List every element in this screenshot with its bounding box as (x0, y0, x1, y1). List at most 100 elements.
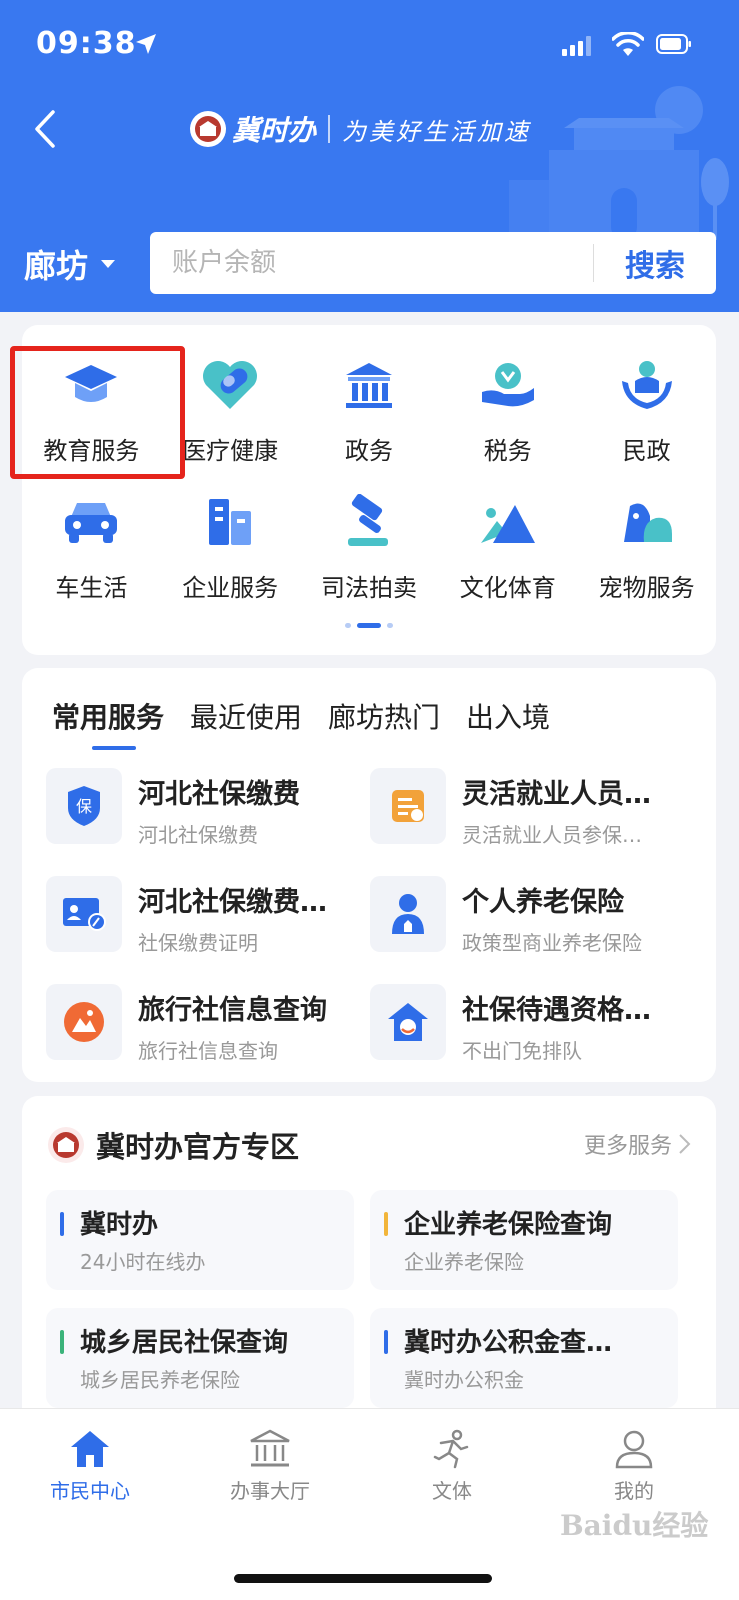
zone-item-title: 冀时办 (80, 1210, 159, 1240)
tab-common-services[interactable]: 常用服务 (52, 696, 164, 750)
medical-heart-icon (198, 353, 262, 417)
back-button[interactable] (22, 104, 68, 154)
grid-item-tax[interactable]: 税务 (438, 343, 577, 471)
tab-recently-used[interactable]: 最近使用 (190, 696, 302, 750)
service-subtitle: 旅行社信息查询 (138, 1039, 278, 1063)
service-title: 河北社保缴费 (138, 779, 300, 810)
grid-item-pet[interactable]: 宠物服务 (577, 480, 716, 608)
zone-item-subtitle: 企业养老保险 (404, 1250, 524, 1274)
status-time: 09:38 (36, 26, 137, 61)
grid-item-culture-sports[interactable]: 文化体育 (438, 480, 577, 608)
nav-profile[interactable]: 我的 (564, 1429, 704, 1504)
tax-hand-icon (476, 353, 540, 417)
service-item[interactable]: 保 河北社保缴费 河北社保缴费 (46, 768, 366, 854)
mountain-icon (476, 490, 540, 554)
grid-label: 车生活 (55, 574, 128, 602)
zone-item-accent (60, 1330, 64, 1354)
svg-text:保: 保 (76, 797, 92, 816)
caret-down-icon (101, 260, 116, 268)
nav-citizen-center[interactable]: 市民中心 (20, 1429, 160, 1504)
more-services-label: 更多服务 (583, 1134, 672, 1159)
service-title: 河北社保缴费… (138, 887, 327, 918)
grid-item-medical[interactable]: 医疗健康 (161, 343, 300, 471)
grid-item-education[interactable]: 教育服务 (22, 343, 161, 471)
chevron-right-icon (679, 1134, 691, 1154)
travel-agency-icon (46, 984, 122, 1060)
grid-label: 企业服务 (182, 574, 279, 602)
grid-label: 税务 (483, 437, 532, 465)
grid-label: 司法拍卖 (320, 574, 417, 602)
pet-icon (615, 490, 679, 554)
grid-row: 车生活 企业服务 司法拍卖 文化体育 宠物服务 (22, 480, 716, 608)
city-label: 廊坊 (24, 247, 89, 285)
tab-langfang-popular[interactable]: 廊坊热门 (328, 696, 440, 750)
running-icon (433, 1429, 469, 1469)
pager-dot-active (357, 623, 381, 628)
civil-affairs-icon (615, 353, 679, 417)
brand-name: 冀时办 (232, 114, 317, 147)
certificate-edit-icon (46, 876, 122, 952)
nav-label: 我的 (614, 1479, 654, 1503)
search-box: 搜索 (150, 232, 716, 294)
service-subtitle: 河北社保缴费 (138, 823, 258, 847)
city-selector[interactable]: 廊坊 (24, 238, 116, 290)
home-elder-icon (370, 984, 446, 1060)
service-item[interactable]: 个人养老保险 政策型商业养老保险 (370, 876, 690, 962)
more-services-link[interactable]: 更多服务 (584, 1128, 692, 1160)
zone-header: 冀时办官方专区 (48, 1124, 299, 1166)
zone-item-accent (384, 1212, 388, 1236)
zone-item-title: 冀时办公积金查… (404, 1328, 613, 1358)
grid-pager (22, 623, 716, 628)
zone-item-subtitle: 城乡居民养老保险 (80, 1368, 240, 1392)
status-bar: 09:38 (0, 0, 739, 90)
home-indicator (234, 1574, 492, 1583)
brand: 冀时办 为美好生活加速 (190, 108, 531, 150)
brand-emblem-icon (48, 1127, 84, 1163)
chevron-left-icon (35, 110, 55, 148)
nav-service-hall[interactable]: 办事大厅 (200, 1429, 340, 1504)
grid-item-enterprise[interactable]: 企业服务 (161, 480, 300, 608)
gavel-icon (337, 490, 401, 554)
grid-item-judicial-auction[interactable]: 司法拍卖 (300, 480, 439, 608)
grid-label: 政务 (344, 437, 393, 465)
service-title: 旅行社信息查询 (138, 995, 327, 1026)
social-insurance-shield-icon: 保 (46, 768, 122, 844)
person-icon (370, 876, 446, 952)
grid-label: 教育服务 (43, 437, 140, 465)
grid-item-civil-affairs[interactable]: 民政 (577, 343, 716, 471)
grid-item-government[interactable]: 政务 (300, 343, 439, 471)
official-zone-card: 冀时办官方专区 更多服务 冀时办 24小时在线办 企业养老保险查询 企业养老保险… (22, 1096, 716, 1426)
grid-item-car-life[interactable]: 车生活 (22, 480, 161, 608)
cellular-signal-icon (562, 36, 591, 56)
grid-label: 民政 (622, 437, 671, 465)
car-icon (59, 490, 123, 554)
search-input[interactable] (150, 232, 593, 294)
zone-item-subtitle: 冀时办公积金 (404, 1368, 524, 1392)
enterprise-building-icon (198, 490, 262, 554)
service-subtitle: 不出门免排队 (462, 1039, 582, 1063)
tab-immigration[interactable]: 出入境 (466, 696, 550, 750)
graduation-cap-icon (59, 353, 123, 417)
city-gate-illustration (509, 86, 729, 240)
zone-item[interactable]: 冀时办公积金查… 冀时办公积金 (370, 1308, 678, 1408)
employment-card-icon (370, 768, 446, 844)
zone-item[interactable]: 城乡居民社保查询 城乡居民养老保险 (46, 1308, 354, 1408)
service-item[interactable]: 灵活就业人员… 灵活就业人员参保… (370, 768, 690, 854)
zone-item[interactable]: 冀时办 24小时在线办 (46, 1190, 354, 1290)
service-item[interactable]: 社保待遇资格… 不出门免排队 (370, 984, 690, 1070)
zone-item-accent (384, 1330, 388, 1354)
service-tabs: 常用服务 最近使用 廊坊热门 出入境 (52, 696, 550, 750)
zone-item[interactable]: 企业养老保险查询 企业养老保险 (370, 1190, 678, 1290)
profile-icon (615, 1430, 653, 1469)
brand-divider (328, 115, 331, 143)
search-button[interactable]: 搜索 (594, 232, 716, 294)
common-services-card: 常用服务 最近使用 廊坊热门 出入境 保 河北社保缴费 河北社保缴费 灵活就业人… (22, 668, 716, 1082)
nav-culture-sports[interactable]: 文体 (382, 1429, 522, 1504)
service-item[interactable]: 旅行社信息查询 旅行社信息查询 (46, 984, 366, 1070)
nav-label: 文体 (432, 1479, 472, 1503)
service-title: 社保待遇资格… (462, 995, 651, 1026)
grid-label: 医疗健康 (182, 437, 279, 465)
service-item[interactable]: 河北社保缴费… 社保缴费证明 (46, 876, 366, 962)
grid-label: 文化体育 (459, 574, 556, 602)
wifi-icon (612, 32, 644, 56)
